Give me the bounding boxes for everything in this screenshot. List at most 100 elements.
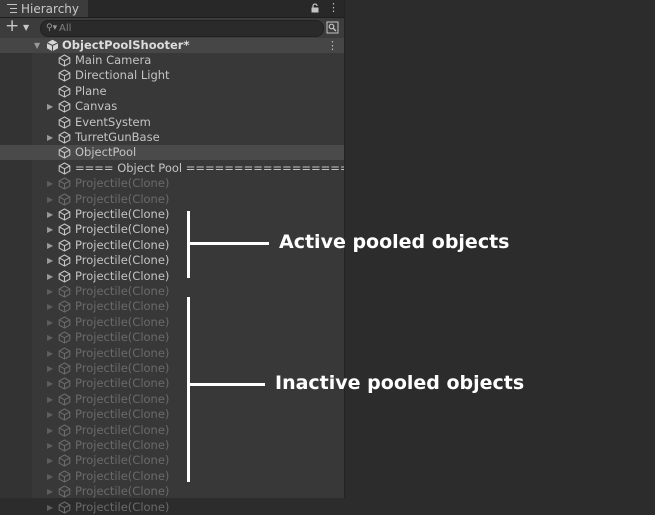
chevron-right-icon[interactable]: ▶: [47, 330, 55, 345]
cube-icon: [58, 285, 71, 298]
chevron-right-icon[interactable]: ▶: [47, 238, 55, 253]
hierarchy-item[interactable]: ▶ Projectile(Clone): [0, 330, 344, 345]
hierarchy-item[interactable]: ▶ Projectile(Clone): [0, 346, 344, 361]
active-arrow-line: [189, 242, 269, 245]
hierarchy-item-label: Projectile(Clone): [75, 222, 170, 236]
chevron-right-icon[interactable]: ▶: [47, 392, 55, 407]
chevron-right-icon[interactable]: ▶: [47, 299, 55, 314]
hierarchy-item[interactable]: ▶ Projectile(Clone): [0, 176, 344, 191]
chevron-right-icon[interactable]: ▶: [47, 315, 55, 330]
hierarchy-item-label: Projectile(Clone): [75, 453, 170, 467]
inactive-bracket: [187, 297, 190, 482]
cube-icon: [58, 208, 71, 221]
chevron-down-icon[interactable]: ▼: [34, 38, 42, 53]
hierarchy-item[interactable]: Plane: [0, 84, 344, 99]
hierarchy-item-label: Projectile(Clone): [75, 469, 170, 483]
hierarchy-item[interactable]: ▶ Projectile(Clone): [0, 284, 344, 299]
hierarchy-item[interactable]: ▶ Projectile(Clone): [0, 269, 344, 284]
cube-icon: [58, 177, 71, 190]
hierarchy-item[interactable]: ▶ Canvas: [0, 99, 344, 114]
hierarchy-item[interactable]: ▶ Projectile(Clone): [0, 500, 344, 515]
cube-icon: [58, 362, 71, 375]
tab-title: Hierarchy: [21, 1, 80, 16]
chevron-right-icon[interactable]: ▶: [47, 192, 55, 207]
hierarchy-item[interactable]: ▶ Projectile(Clone): [0, 438, 344, 453]
hierarchy-item[interactable]: ==== Object Pool ====================: [0, 161, 378, 176]
hierarchy-item[interactable]: ▶ Projectile(Clone): [0, 299, 344, 314]
lock-icon[interactable]: [311, 3, 319, 13]
hierarchy-item[interactable]: Directional Light: [0, 68, 344, 83]
hierarchy-item[interactable]: Main Camera: [0, 53, 344, 68]
hierarchy-item-label: Plane: [75, 84, 107, 98]
cube-icon: [58, 470, 71, 483]
hierarchy-item-label: Projectile(Clone): [75, 346, 170, 360]
cube-icon: [58, 408, 71, 421]
chevron-right-icon[interactable]: ▶: [47, 438, 55, 453]
hierarchy-item-label: Projectile(Clone): [75, 407, 170, 421]
scene-search-icon[interactable]: [326, 21, 339, 34]
hierarchy-item-label: Projectile(Clone): [75, 176, 170, 190]
cube-icon: [58, 116, 71, 129]
search-field[interactable]: ⚲▾: [40, 20, 324, 37]
cube-icon: [58, 331, 71, 344]
hierarchy-item[interactable]: ▶ Projectile(Clone): [0, 253, 344, 268]
chevron-right-icon[interactable]: ▶: [47, 361, 55, 376]
chevron-right-icon[interactable]: ▶: [47, 130, 55, 145]
cube-icon: [58, 393, 71, 406]
search-icon: ⚲▾: [46, 23, 58, 33]
more-vertical-icon[interactable]: ⋮: [328, 2, 339, 14]
cube-icon: [58, 439, 71, 452]
chevron-right-icon[interactable]: ▶: [47, 500, 55, 515]
hierarchy-toolbar: + ▼ ⚲▾: [0, 16, 344, 38]
cube-icon: [58, 85, 71, 98]
hierarchy-item-label: Projectile(Clone): [75, 484, 170, 498]
hierarchy-item-label: Projectile(Clone): [75, 361, 170, 375]
chevron-right-icon[interactable]: ▶: [47, 376, 55, 391]
add-button[interactable]: + ▼: [3, 16, 33, 36]
chevron-right-icon[interactable]: ▶: [47, 346, 55, 361]
hierarchy-item[interactable]: ▶ Projectile(Clone): [0, 423, 344, 438]
active-annotation: Active pooled objects: [279, 231, 510, 253]
hierarchy-item-label: Main Camera: [75, 53, 152, 67]
chevron-right-icon[interactable]: ▶: [47, 207, 55, 222]
hierarchy-item[interactable]: ▶ Projectile(Clone): [0, 453, 344, 468]
chevron-right-icon[interactable]: ▶: [47, 484, 55, 499]
hierarchy-item[interactable]: ObjectPool: [0, 145, 344, 160]
hierarchy-item[interactable]: ▶ Projectile(Clone): [0, 207, 344, 222]
unity-scene-icon: [46, 39, 59, 52]
cube-icon: [58, 300, 71, 313]
hierarchy-item[interactable]: EventSystem: [0, 115, 344, 130]
cube-icon: [58, 501, 71, 514]
cube-icon: [58, 146, 71, 159]
tab-bar: Hierarchy ⋮: [0, 0, 344, 18]
chevron-right-icon[interactable]: ▶: [47, 453, 55, 468]
hierarchy-item[interactable]: ▶ Projectile(Clone): [0, 315, 344, 330]
chevron-right-icon[interactable]: ▶: [47, 176, 55, 191]
cube-icon: [58, 254, 71, 267]
hierarchy-item-label: Projectile(Clone): [75, 253, 170, 267]
hierarchy-item[interactable]: ▶ Projectile(Clone): [0, 192, 344, 207]
chevron-right-icon[interactable]: ▶: [47, 222, 55, 237]
tab-hierarchy[interactable]: Hierarchy: [0, 0, 88, 17]
hierarchy-item[interactable]: ▶ Projectile(Clone): [0, 484, 344, 499]
chevron-right-icon[interactable]: ▶: [47, 253, 55, 268]
chevron-right-icon[interactable]: ▶: [47, 99, 55, 114]
chevron-right-icon[interactable]: ▶: [47, 269, 55, 284]
hierarchy-item-label: ObjectPool: [75, 145, 137, 159]
chevron-right-icon[interactable]: ▶: [47, 423, 55, 438]
hierarchy-item[interactable]: ▶ TurretGunBase: [0, 130, 344, 145]
search-input[interactable]: [59, 21, 314, 36]
cube-icon: [58, 485, 71, 498]
chevron-right-icon[interactable]: ▶: [47, 469, 55, 484]
cube-icon: [58, 69, 71, 82]
more-vertical-icon[interactable]: ⋮: [327, 38, 338, 53]
hierarchy-item[interactable]: ▶ Projectile(Clone): [0, 469, 344, 484]
hierarchy-item-label: ==== Object Pool ====================: [75, 161, 379, 175]
chevron-right-icon[interactable]: ▶: [47, 407, 55, 422]
scene-row[interactable]: ▼ ObjectPoolShooter* ⋮: [0, 38, 344, 53]
cube-icon: [58, 162, 71, 175]
hierarchy-item[interactable]: ▶ Projectile(Clone): [0, 392, 344, 407]
hierarchy-item[interactable]: ▶ Projectile(Clone): [0, 407, 344, 422]
chevron-right-icon[interactable]: ▶: [47, 284, 55, 299]
hierarchy-item-label: Projectile(Clone): [75, 299, 170, 313]
